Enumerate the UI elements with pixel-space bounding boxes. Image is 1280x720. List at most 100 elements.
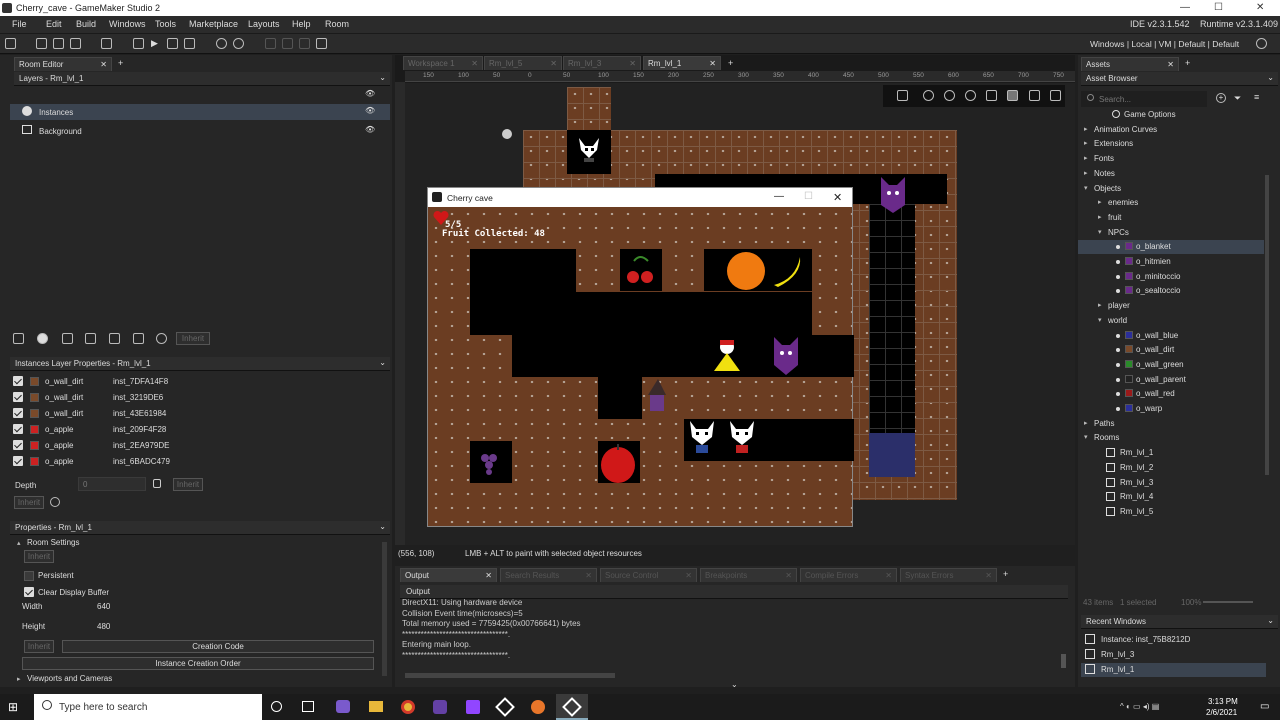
asset-o-sealtoccio[interactable]: o_sealtoccio [1078,284,1264,298]
instance-visible-checkbox[interactable] [13,392,23,402]
collapse-arrow-icon[interactable]: ▸ [17,675,21,683]
asset-objects[interactable]: ▾ Objects [1078,182,1264,196]
add-asset-icon[interactable]: + [1216,93,1226,103]
output-vertical-scrollbar[interactable] [1061,654,1066,668]
clean-icon[interactable] [184,38,195,49]
asset-notes[interactable]: ▸ Notes [1078,167,1264,181]
app-icon[interactable] [336,700,350,713]
windows-start-icon[interactable]: ⊞ [8,700,18,714]
close-tab-icon[interactable]: ✕ [709,59,716,68]
collapsed-arrow-icon[interactable]: ▸ [1084,139,1088,147]
instance-row[interactable]: o_apple inst_2EA979DE [10,438,382,453]
expanded-arrow-icon[interactable]: ▾ [1098,228,1102,236]
maximize-icon[interactable]: ☐ [1214,2,1223,13]
expand-arrow-icon[interactable]: ▴ [17,539,21,547]
menu-layouts[interactable]: Layouts [248,19,280,29]
instance-visible-checkbox[interactable] [13,424,23,434]
chevron-down-icon[interactable]: ⌄ [379,73,386,82]
lock-icon[interactable] [153,479,161,488]
instance-row[interactable]: o_apple inst_209F4F28 [10,422,382,437]
recent-window-item[interactable]: Rm_lvl_3 [1081,648,1266,662]
collapsed-arrow-icon[interactable]: ▸ [1098,301,1102,309]
target-selector[interactable]: Windows | Local | VM | Default | Default [1090,39,1239,49]
inherit-instances-button[interactable]: Inherit [14,496,44,509]
width-input[interactable]: 640 [97,602,110,611]
menu-windows[interactable]: Windows [109,19,146,29]
asset-scrollbar[interactable] [1265,175,1269,475]
close-icon[interactable]: ✕ [1256,2,1264,13]
asset-paths[interactable]: ▸ Paths [1078,417,1264,431]
filter-icon[interactable]: ⏷ [1234,93,1241,104]
stop-icon[interactable] [167,38,178,49]
settings-gear-icon[interactable] [1256,38,1267,49]
creation-code-button[interactable]: Creation Code [62,640,374,653]
clock-time[interactable]: 3:13 PM [1208,697,1238,706]
maximize-icon[interactable]: ☐ [804,191,813,202]
asset-rm-lvl-1[interactable]: Rm_lvl_1 [1078,446,1264,460]
chevron-down-icon[interactable]: ⌄ [1267,73,1274,82]
close-tab-icon[interactable]: ✕ [1167,60,1174,69]
asset-fonts[interactable]: ▸ Fonts [1078,152,1264,166]
asset-npcs[interactable]: ▾ NPCs [1078,226,1264,240]
collapsed-arrow-icon[interactable]: ▸ [1084,169,1088,177]
instance-visible-checkbox[interactable] [13,408,23,418]
collapsed-arrow-icon[interactable]: ▸ [1084,125,1088,133]
menu-icon[interactable]: ≡ [1254,92,1259,102]
inherit-depth-button[interactable]: Inherit [173,478,203,491]
inherit-layers-button[interactable]: Inherit [176,332,210,345]
add-path-layer-icon[interactable] [85,333,96,344]
eye-icon[interactable]: 👁 [365,125,375,134]
add-tab-icon[interactable]: + [118,58,123,68]
play-room-icon[interactable] [1029,90,1040,101]
clock-date[interactable]: 2/6/2021 [1206,708,1237,717]
close-tab-icon[interactable]: ✕ [785,571,792,580]
collapsed-arrow-icon[interactable]: ▸ [1084,419,1088,427]
asset-o-wall-green[interactable]: o_wall_green [1078,358,1264,372]
instance-visible-checkbox[interactable] [13,440,23,450]
chevron-down-icon[interactable]: ⌄ [379,522,386,531]
output-tab-5[interactable]: Syntax Errors ✕ [900,568,997,582]
output-tab-4[interactable]: Compile Errors ✕ [800,568,897,582]
add-folder-icon[interactable] [133,333,144,344]
instance-row[interactable]: o_wall_dirt inst_7DFA14F8 [10,374,382,389]
grid-icon[interactable] [316,38,327,49]
menu-tools[interactable]: Tools [155,19,176,29]
recent-window-item[interactable]: Instance: inst_75B8212D [1081,633,1266,647]
add-tile-layer-icon[interactable] [62,333,73,344]
chrome-icon[interactable] [401,700,415,714]
height-input[interactable]: 480 [97,622,110,631]
add-instance-layer-icon[interactable] [37,333,48,344]
frame-icon[interactable] [1007,90,1018,101]
package-icon[interactable] [101,38,112,49]
asset-o-minitoccio[interactable]: o_minitoccio [1078,270,1264,284]
zoom-reset-icon[interactable] [944,90,955,101]
inherit-code-button[interactable]: Inherit [24,640,54,653]
add-asset-layer-icon[interactable] [109,333,120,344]
asset-world[interactable]: ▾ world [1078,314,1264,328]
tab-room-editor[interactable]: Room Editor ✕ [14,57,112,71]
clear-display-checkbox[interactable] [24,587,34,597]
asset-o-blanket[interactable]: o_blanket [1078,240,1264,255]
zoom-out-icon[interactable] [923,90,934,101]
eye-icon[interactable]: 👁 [365,89,375,98]
zoom-in-icon[interactable] [965,90,976,101]
asset-search[interactable]: Search... [1081,91,1207,107]
instance-row[interactable]: o_wall_dirt inst_43E61984 [10,406,382,421]
close-icon[interactable]: ✕ [833,191,842,204]
search-input[interactable]: Search... [1099,95,1131,104]
minimize-icon[interactable]: — [1180,2,1190,13]
inherit-room-button[interactable]: Inherit [24,550,54,563]
notification-icon[interactable]: ▭ [1260,701,1269,712]
firefox-icon[interactable] [531,700,545,714]
minimize-icon[interactable]: — [774,191,784,202]
asset-rm-lvl-3[interactable]: Rm_lvl_3 [1078,476,1264,490]
asset-extensions[interactable]: ▸ Extensions [1078,137,1264,151]
expanded-arrow-icon[interactable]: ▾ [1098,316,1102,324]
instance-row[interactable]: o_wall_dirt inst_3219DE6 [10,390,382,405]
tab-rm-lvl-3[interactable]: Rm_lvl_3 ✕ [563,56,641,70]
instance-visible-checkbox[interactable] [13,456,23,466]
open-project-icon[interactable] [53,38,64,49]
tray-icons[interactable]: ^ ◐ ▭ ◂) ▤ [1120,702,1159,711]
asset-fruit[interactable]: ▸ fruit [1078,211,1264,225]
output-horizontal-scrollbar[interactable] [405,673,615,678]
